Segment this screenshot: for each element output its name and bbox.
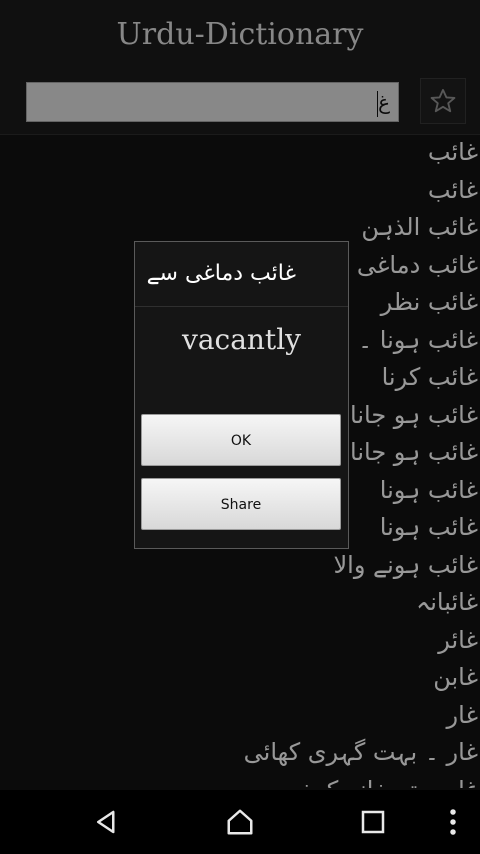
overflow-menu-icon (450, 809, 456, 835)
nav-back-button[interactable] (89, 804, 125, 840)
ok-button[interactable]: OK (141, 414, 341, 466)
nav-home-button[interactable] (222, 804, 258, 840)
recents-icon (361, 810, 385, 834)
system-nav-bar (0, 790, 480, 854)
share-button[interactable]: Share (141, 478, 341, 530)
nav-menu-button[interactable] (435, 804, 471, 840)
dialog-translation: vacantly (182, 323, 301, 356)
nav-recents-button[interactable] (355, 804, 391, 840)
translation-dialog: غائب دماغی سے vacantly OK Share (134, 241, 349, 549)
back-icon (97, 810, 115, 834)
home-icon (227, 809, 253, 835)
dialog-title: غائب دماغی سے (135, 242, 348, 307)
